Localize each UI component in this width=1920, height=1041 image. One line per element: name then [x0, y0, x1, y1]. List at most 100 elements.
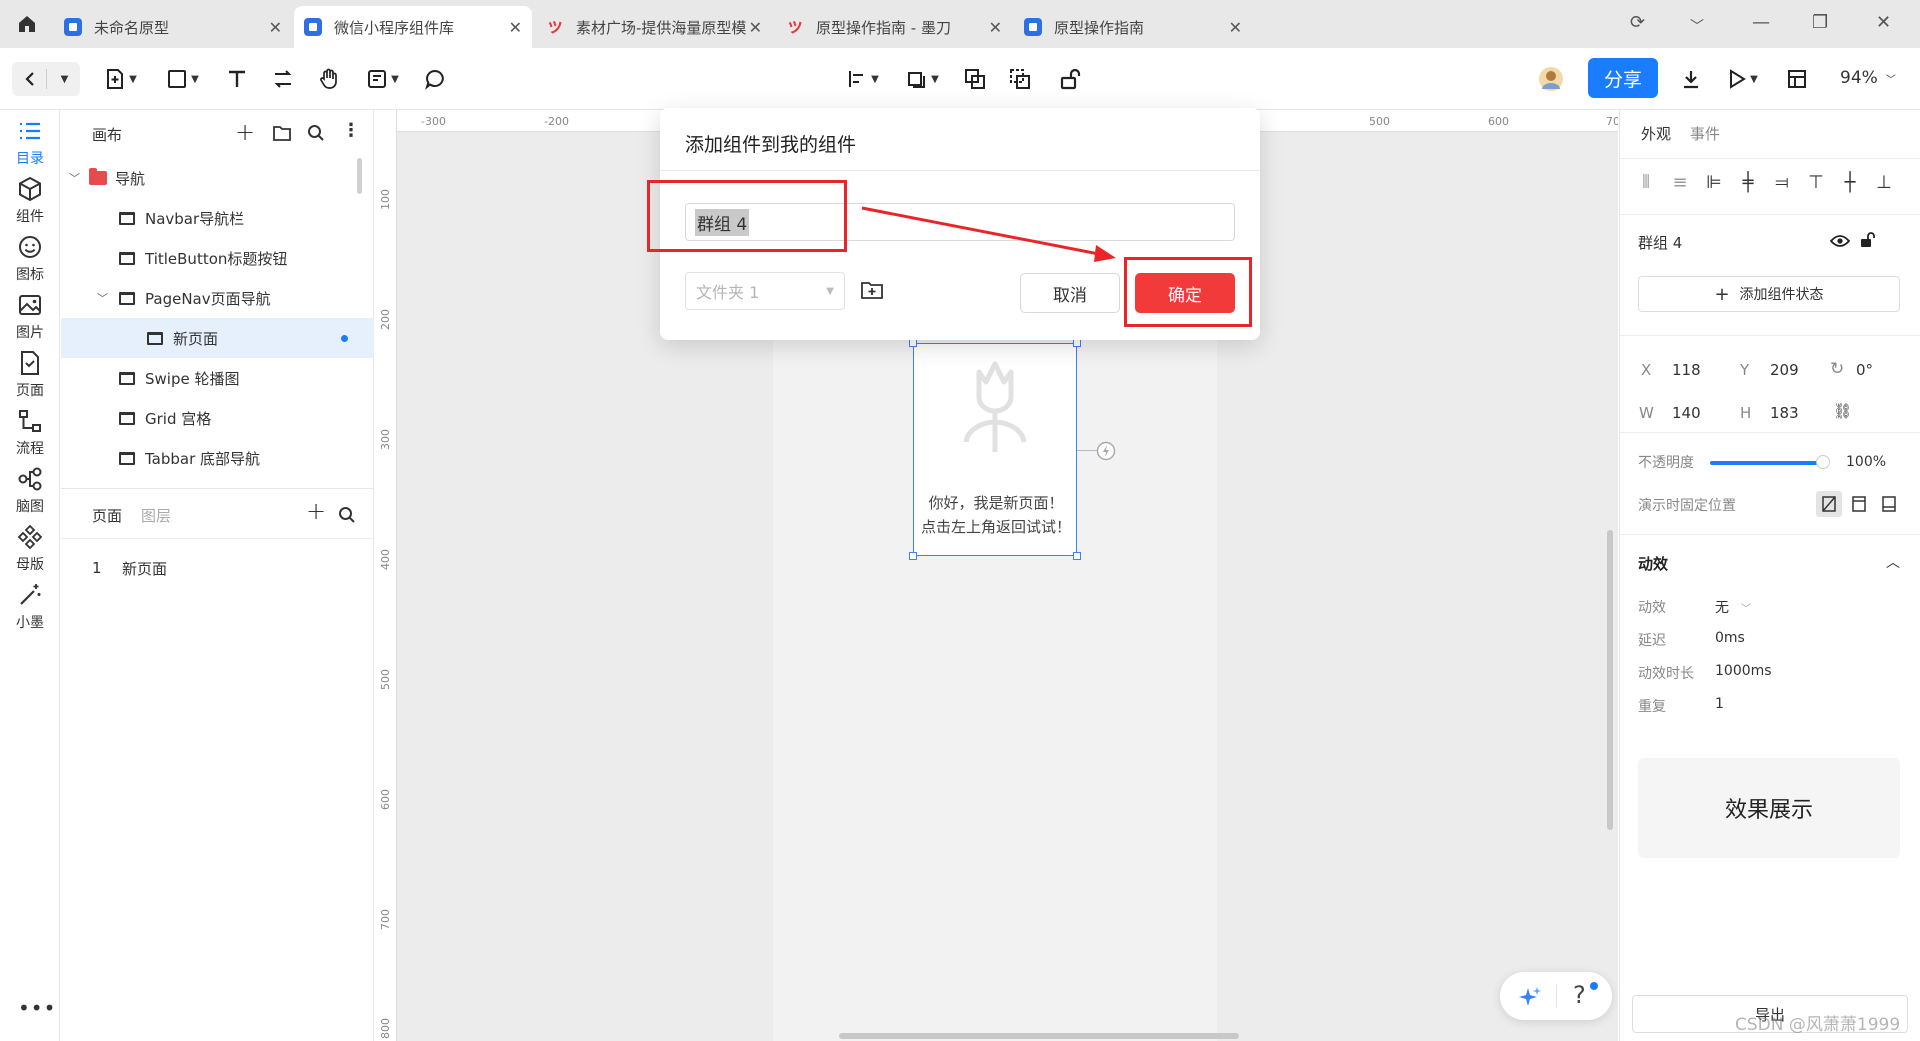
- add-component-state-button[interactable]: + 添加组件状态: [1638, 276, 1900, 312]
- tab-material-square[interactable]: ッ 素材广场-提供海量原型模 ✕: [534, 6, 772, 48]
- note-tool[interactable]: ▼: [360, 62, 406, 96]
- tab-pages[interactable]: 页面: [92, 505, 122, 526]
- x-input[interactable]: 118: [1672, 361, 1701, 379]
- y-input[interactable]: 209: [1770, 361, 1799, 379]
- effect-preview[interactable]: 效果展示: [1638, 758, 1900, 858]
- fix-top-icon[interactable]: [1846, 491, 1872, 517]
- restore-icon[interactable]: ❐: [1812, 12, 1828, 33]
- eye-icon[interactable]: [1830, 234, 1850, 248]
- new-folder-icon[interactable]: [860, 280, 884, 300]
- close-icon[interactable]: ✕: [989, 18, 1002, 37]
- more-icon[interactable]: •••: [18, 996, 56, 1020]
- folder-select[interactable]: 文件夹 1 ▼: [685, 272, 845, 310]
- tree-item-swipe[interactable]: Swipe 轮播图: [61, 358, 374, 398]
- tree-item-pagenav[interactable]: ﹀ PageNav页面导航: [61, 278, 374, 318]
- element-name[interactable]: 群组 4: [1638, 232, 1682, 253]
- help-icon[interactable]: ?: [1573, 981, 1586, 1009]
- align-center-h-icon[interactable]: ╪: [1737, 172, 1759, 194]
- align-left-icon[interactable]: ⊫: [1703, 172, 1725, 194]
- hand-tool[interactable]: [314, 62, 344, 96]
- group-button[interactable]: [960, 62, 990, 96]
- distribute-vertical-icon[interactable]: ≡: [1669, 172, 1691, 194]
- tab-untitled-prototype[interactable]: 未命名原型 ✕: [54, 6, 292, 48]
- preview-button[interactable]: ▼: [1720, 62, 1766, 96]
- rail-item-pages[interactable]: 页面: [0, 342, 60, 404]
- rail-item-flow[interactable]: 流程: [0, 400, 60, 462]
- sparkle-icon[interactable]: [1518, 985, 1542, 1009]
- link-ratio-icon[interactable]: ⛓: [1833, 402, 1852, 420]
- tree-item-new-page[interactable]: 新页面: [61, 318, 374, 358]
- lightning-link-icon[interactable]: [1096, 441, 1116, 461]
- rail-item-master[interactable]: 母版: [0, 516, 60, 578]
- opacity-slider-knob[interactable]: [1816, 455, 1830, 469]
- lock-button[interactable]: [1055, 62, 1085, 96]
- tab-events[interactable]: 事件: [1690, 123, 1720, 144]
- rail-item-images[interactable]: 图片: [0, 284, 60, 346]
- home-button[interactable]: [10, 10, 44, 38]
- layout-button[interactable]: [1782, 62, 1812, 96]
- tab-wechat-component-lib[interactable]: 微信小程序组件库 ✕: [294, 6, 532, 48]
- width-input[interactable]: 140: [1672, 404, 1701, 422]
- close-icon[interactable]: ✕: [509, 18, 522, 37]
- tree-item-grid[interactable]: Grid 宫格: [61, 398, 374, 438]
- tree-folder-nav[interactable]: ﹀ 导航: [61, 158, 374, 198]
- tab-prototype-guide-modao[interactable]: ッ 原型操作指南 - 墨刀 ✕: [774, 6, 1012, 48]
- cancel-button[interactable]: 取消: [1020, 273, 1120, 313]
- rail-item-outline[interactable]: 目录: [0, 110, 60, 172]
- tree-item-titlebutton[interactable]: TitleButton标题按钮: [61, 238, 374, 278]
- search-icon[interactable]: [338, 506, 356, 524]
- chevron-down-icon[interactable]: ﹀: [1690, 16, 1704, 36]
- tab-layers[interactable]: 图层: [141, 505, 171, 526]
- horizontal-scrollbar[interactable]: [839, 1033, 1239, 1039]
- add-icon[interactable]: +: [235, 118, 255, 146]
- chevron-down-icon[interactable]: ﹀: [69, 170, 83, 186]
- rail-item-components[interactable]: 组件: [0, 168, 60, 230]
- align-bottom-icon[interactable]: ⊥: [1873, 172, 1895, 194]
- zoom-level[interactable]: 94% ﹀: [1840, 68, 1896, 88]
- connector-tool[interactable]: [268, 62, 298, 96]
- distribute-horizontal-icon[interactable]: ⫴: [1635, 172, 1657, 194]
- add-page-icon[interactable]: +: [306, 497, 326, 525]
- close-icon[interactable]: ✕: [269, 18, 282, 37]
- tree-item-tabbar[interactable]: Tabbar 底部导航: [61, 438, 374, 478]
- download-button[interactable]: [1676, 62, 1706, 96]
- height-input[interactable]: 183: [1770, 404, 1799, 422]
- animation-select[interactable]: 无 ﹀: [1715, 597, 1751, 617]
- chevron-down-icon[interactable]: ﹀: [97, 290, 113, 306]
- refresh-icon[interactable]: ⟳: [1630, 12, 1645, 33]
- tab-appearance[interactable]: 外观: [1641, 123, 1671, 144]
- fixed-none-option[interactable]: [1816, 491, 1842, 517]
- comment-tool[interactable]: [420, 62, 450, 96]
- rail-item-ai[interactable]: 小墨: [0, 574, 60, 636]
- page-list-item[interactable]: 1 新页面: [61, 548, 374, 588]
- search-icon[interactable]: [307, 124, 325, 142]
- fix-bottom-icon[interactable]: [1876, 491, 1902, 517]
- rotation-input[interactable]: 0°: [1856, 361, 1873, 379]
- align-right-icon[interactable]: ⫤: [1771, 172, 1793, 194]
- arrange-menu-button[interactable]: ▼: [900, 62, 946, 96]
- user-avatar[interactable]: [1534, 62, 1568, 96]
- unlock-icon[interactable]: [1860, 232, 1876, 248]
- close-icon[interactable]: ✕: [1229, 18, 1242, 37]
- text-tool[interactable]: [222, 62, 252, 96]
- tab-prototype-guide[interactable]: 原型操作指南 ✕: [1014, 6, 1252, 48]
- opacity-value[interactable]: 100%: [1846, 454, 1886, 470]
- vertical-scrollbar[interactable]: [1607, 530, 1613, 830]
- align-top-icon[interactable]: ⊤: [1805, 172, 1827, 194]
- resize-handle[interactable]: [909, 552, 917, 560]
- rectangle-tool[interactable]: ▼: [160, 62, 206, 96]
- add-page-button[interactable]: ▼: [98, 62, 144, 96]
- align-middle-icon[interactable]: ┼: [1839, 172, 1861, 194]
- ungroup-button[interactable]: [1005, 62, 1035, 96]
- back-button[interactable]: ▼: [12, 62, 80, 96]
- resize-handle[interactable]: [1073, 552, 1081, 560]
- rail-item-icons[interactable]: 图标: [0, 226, 60, 288]
- outline-scrollbar[interactable]: [357, 158, 362, 194]
- duration-input[interactable]: 1000ms: [1715, 663, 1772, 679]
- minimize-icon[interactable]: —: [1752, 12, 1770, 33]
- more-vertical-icon[interactable]: ⋮: [342, 120, 360, 141]
- tree-item-navbar[interactable]: Navbar导航栏: [61, 198, 374, 238]
- close-icon[interactable]: ✕: [749, 18, 762, 37]
- delay-input[interactable]: 0ms: [1715, 630, 1745, 646]
- close-window-icon[interactable]: ✕: [1876, 12, 1891, 33]
